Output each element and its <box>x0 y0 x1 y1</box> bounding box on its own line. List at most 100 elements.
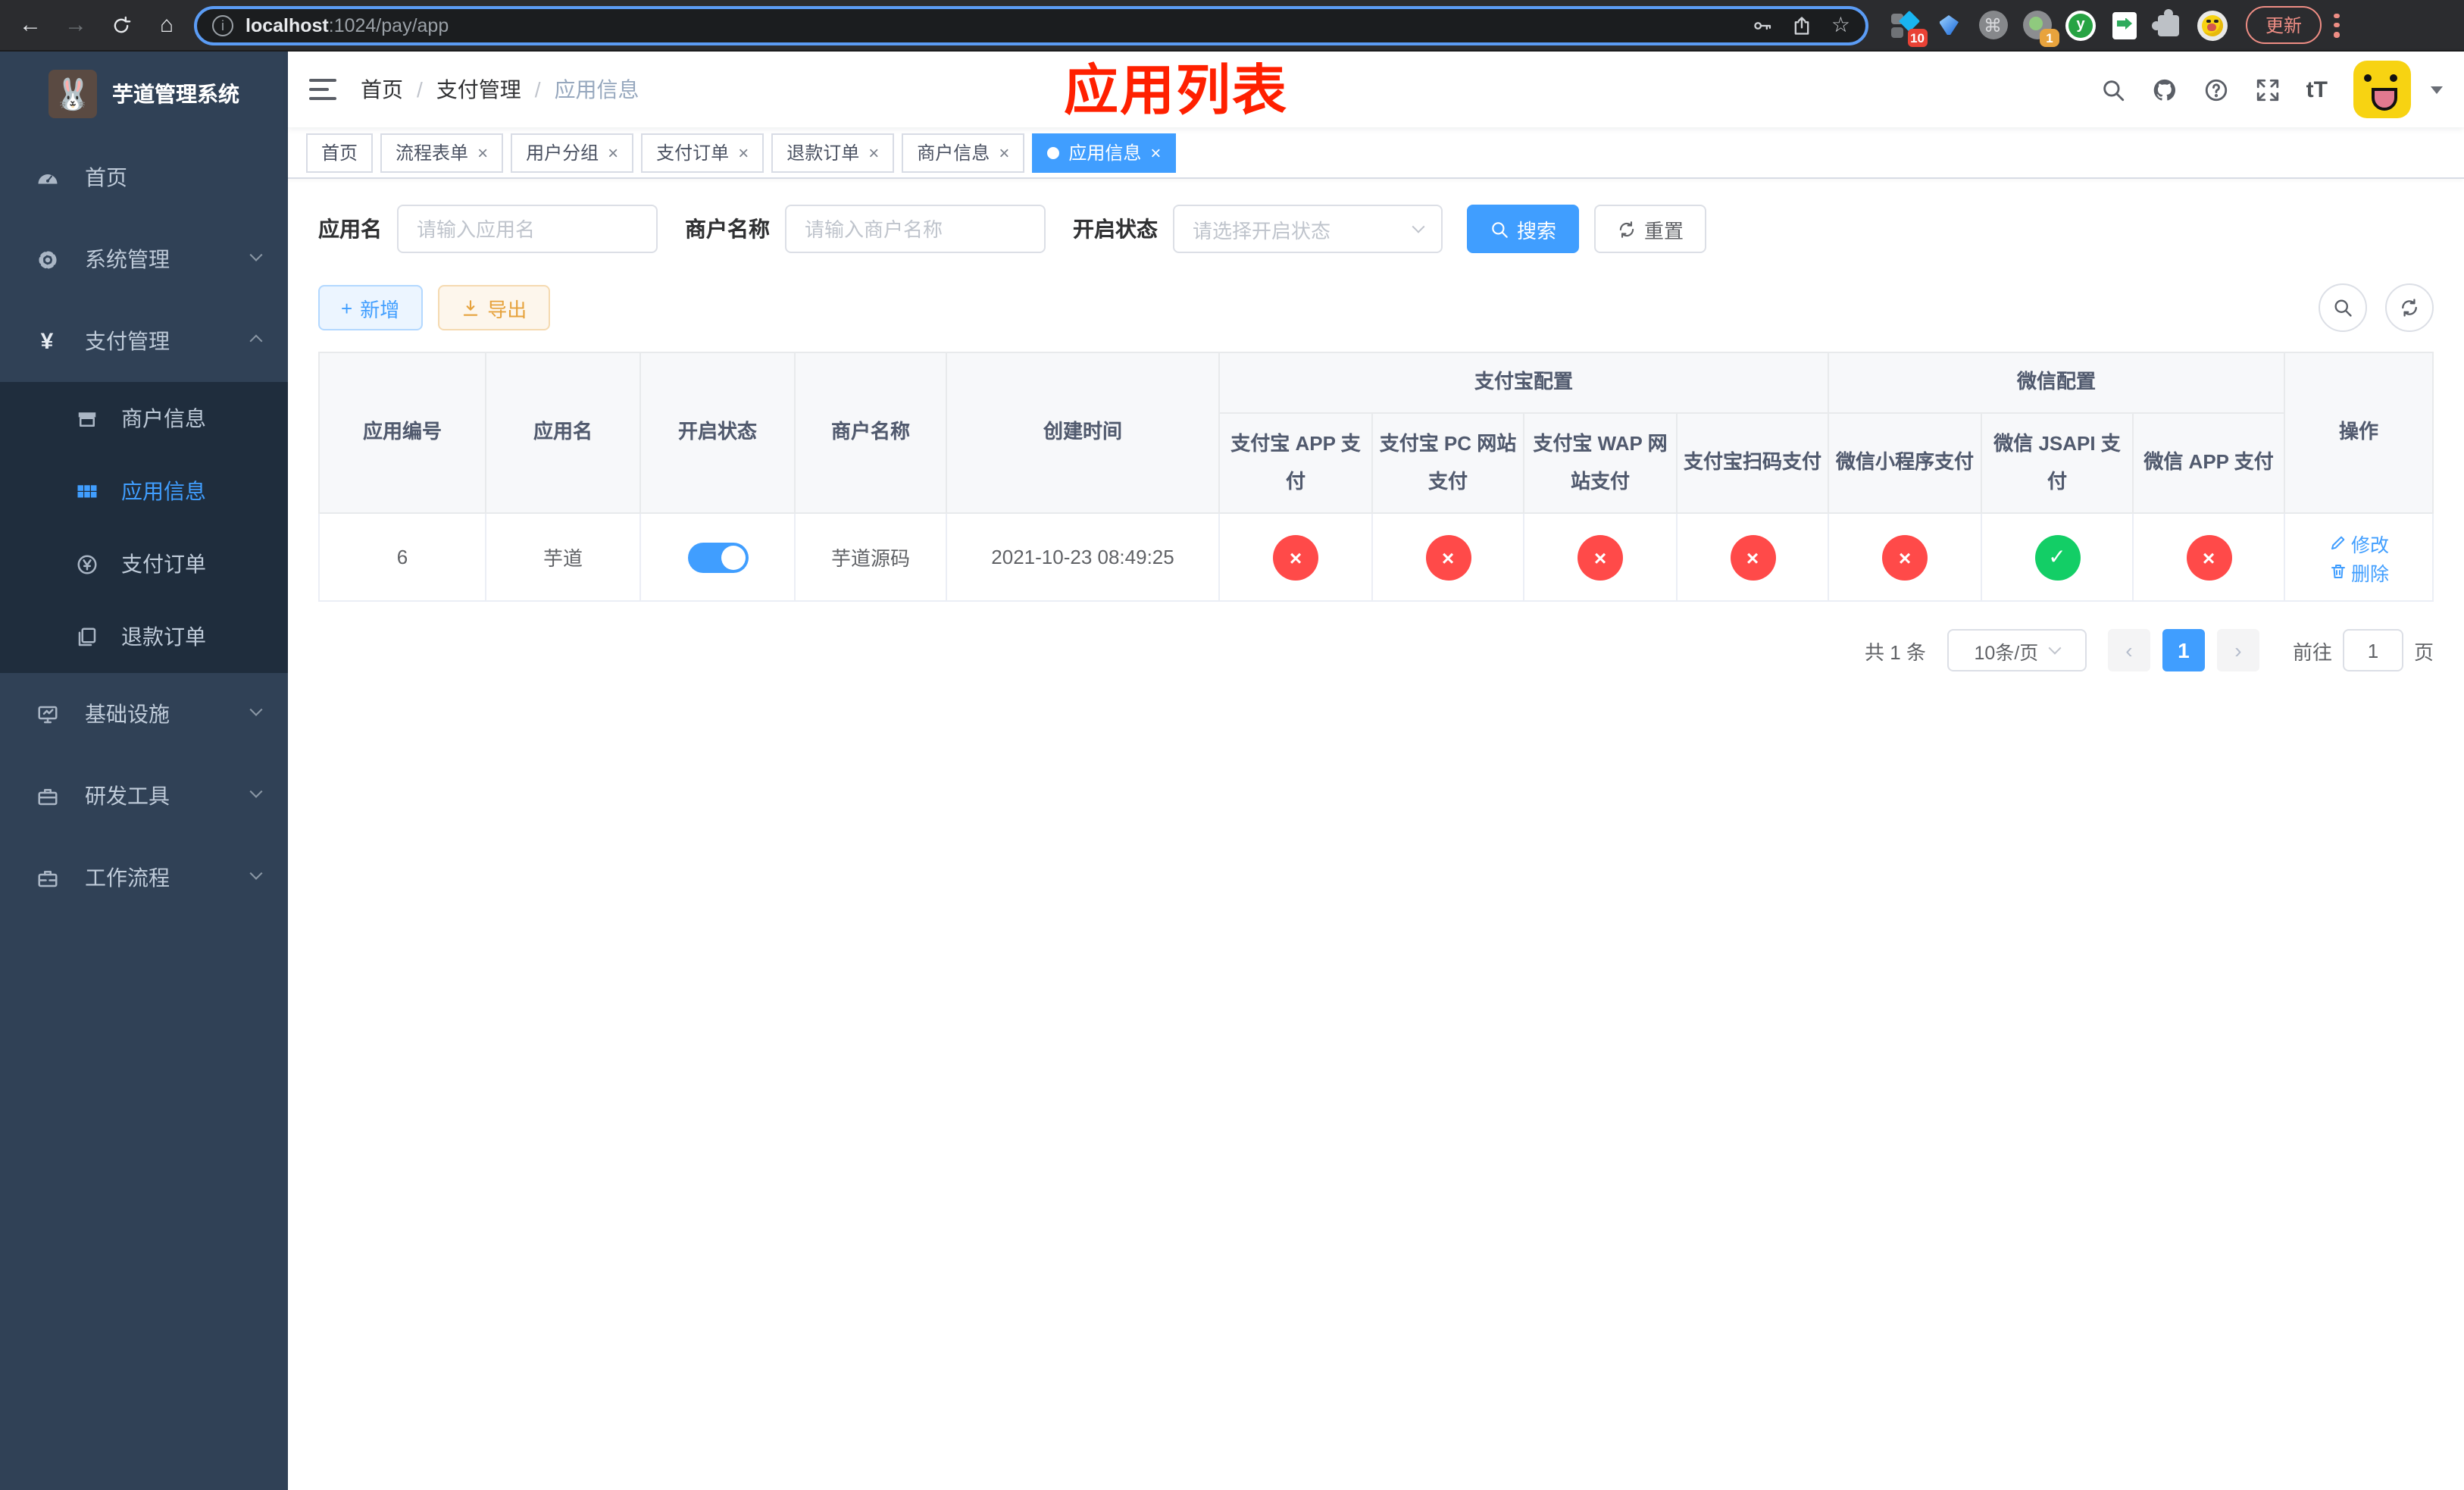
chevron-down-icon <box>1412 220 1425 233</box>
cell-status <box>639 512 796 602</box>
delete-link[interactable]: 删除 <box>2328 557 2389 586</box>
extensions-puzzle-icon[interactable] <box>2152 8 2184 40</box>
status-select[interactable]: 请选择开启状态 <box>1173 205 1443 253</box>
bookmark-star-icon[interactable]: ☆ <box>1831 12 1850 38</box>
tag-merchant-info[interactable]: 商户信息 × <box>902 133 1025 172</box>
col-header: 创建时间 <box>946 352 1220 514</box>
col-header: 支付宝扫码支付 <box>1675 412 1830 514</box>
col-header: 微信小程序支付 <box>1828 412 1983 514</box>
sidebar-item-dev-tools[interactable]: 研发工具 <box>0 755 288 837</box>
sidebar-item-pay-order[interactable]: 支付订单 <box>0 527 288 600</box>
share-icon[interactable] <box>1792 14 1813 36</box>
breadcrumb-item[interactable]: 首页 <box>361 74 403 105</box>
monitor-icon <box>30 703 64 725</box>
top-navbar: 首页 / 支付管理 / 应用信息 tT <box>288 52 2464 127</box>
col-header: 微信 APP 支付 <box>2132 412 2286 514</box>
sidebar-item-merchant-info[interactable]: 商户信息 <box>0 382 288 455</box>
app-name-input[interactable] <box>397 205 658 253</box>
page-number-button[interactable]: 1 <box>2162 629 2205 671</box>
tag-pay-order[interactable]: 支付订单 × <box>641 133 765 172</box>
chevron-down-icon <box>249 784 263 798</box>
group-header-wechat: 微信配置 <box>1828 352 2286 414</box>
tag-app-info[interactable]: 应用信息 × <box>1032 133 1177 172</box>
filter-form: 应用名 商户名称 开启状态 请选择开启状态 搜索 重置 <box>318 205 2434 253</box>
browser-menu-icon[interactable] <box>2334 13 2340 37</box>
back-icon[interactable]: ← <box>12 7 48 43</box>
browser-update-button[interactable]: 更新 <box>2246 6 2322 44</box>
search-icon[interactable] <box>2100 77 2126 102</box>
sidebar-item-label: 退款订单 <box>121 624 206 649</box>
trash-icon <box>2331 565 2345 578</box>
next-page-button[interactable]: › <box>2216 629 2259 671</box>
reload-icon[interactable] <box>103 7 139 43</box>
breadcrumb-separator: / <box>534 77 541 102</box>
sidebar-item-payment[interactable]: ¥ 支付管理 <box>0 300 288 382</box>
sidebar-item-label: 首页 <box>85 165 127 189</box>
green-y-extension-icon[interactable]: y <box>2065 10 2096 40</box>
plus-icon: + <box>341 296 353 319</box>
page-content: 应用名 商户名称 开启状态 请选择开启状态 搜索 重置 <box>288 179 2464 671</box>
app-logo-row[interactable]: 🐰 芋道管理系统 <box>0 52 288 136</box>
sidebar-toggle-icon[interactable] <box>309 79 336 100</box>
sidebar-item-label: 支付管理 <box>85 329 170 353</box>
breadcrumb-separator: / <box>417 77 423 102</box>
tag-refund-order[interactable]: 退款订单 × <box>771 133 895 172</box>
show-search-button[interactable] <box>2319 283 2367 332</box>
tag-flow-form[interactable]: 流程表单 × <box>380 133 504 172</box>
status-toggle[interactable] <box>687 542 748 572</box>
close-icon[interactable]: × <box>868 142 879 163</box>
url-text[interactable]: localhost:1024/pay/app <box>245 14 1740 36</box>
refresh-table-button[interactable] <box>2385 283 2434 332</box>
close-icon[interactable]: × <box>608 142 618 163</box>
close-icon[interactable]: × <box>477 142 488 163</box>
sidebar-item-workflow[interactable]: 工作流程 <box>0 837 288 919</box>
tag-home[interactable]: 首页 <box>306 133 374 172</box>
goto-page-input[interactable] <box>2342 629 2403 671</box>
sidebar-item-system[interactable]: 系统管理 <box>0 218 288 300</box>
filter-label: 开启状态 <box>1073 217 1158 241</box>
export-button[interactable]: 导出 <box>437 285 550 330</box>
goto-label: 前往 <box>2292 640 2332 663</box>
help-icon[interactable] <box>2203 77 2229 102</box>
sidebar-item-home[interactable]: 首页 <box>0 136 288 218</box>
command-extension-icon[interactable]: ⌘ <box>1978 10 2008 40</box>
add-button[interactable]: + 新增 <box>318 285 423 330</box>
emoji-extension-icon[interactable] <box>2197 10 2228 40</box>
close-icon[interactable]: × <box>999 142 1009 163</box>
user-avatar[interactable] <box>2353 61 2411 118</box>
breadcrumb-item[interactable]: 支付管理 <box>436 74 521 105</box>
sidebar-item-refund-order[interactable]: 退款订单 <box>0 600 288 673</box>
github-icon[interactable] <box>2152 77 2178 102</box>
recorder-extension-icon[interactable]: 1 <box>2022 10 2059 46</box>
sidebar-item-app-info[interactable]: 应用信息 <box>0 455 288 527</box>
address-bar[interactable]: i localhost:1024/pay/app ☆ <box>194 5 1868 45</box>
sidebar-item-label: 基础设施 <box>85 702 170 726</box>
edit-link[interactable]: 修改 <box>2328 528 2389 557</box>
col-header-actions: 操作 <box>2284 352 2434 514</box>
extensions-area: 10 ⌘ 1 y <box>1890 8 2228 46</box>
fullscreen-icon[interactable] <box>2255 77 2281 102</box>
close-icon[interactable]: × <box>1150 142 1161 163</box>
reset-button[interactable]: 重置 <box>1594 205 1707 253</box>
annotation-title: 应用列表 <box>1064 59 1289 121</box>
browser-chrome: ← → ⌂ i localhost:1024/pay/app ☆ 10 ⌘ 1 … <box>0 0 2464 52</box>
search-button[interactable]: 搜索 <box>1467 205 1580 253</box>
gem-extension-icon[interactable] <box>1934 10 1964 40</box>
merchant-name-input[interactable] <box>785 205 1046 253</box>
docs-extension-icon[interactable] <box>2109 10 2140 40</box>
yen-circle-icon <box>70 552 103 575</box>
sidebar-item-infrastructure[interactable]: 基础设施 <box>0 673 288 755</box>
tag-user-group[interactable]: 用户分组 × <box>511 133 634 172</box>
prev-page-button[interactable]: ‹ <box>2107 629 2150 671</box>
home-icon[interactable]: ⌂ <box>149 7 185 43</box>
active-dot-icon <box>1047 146 1060 158</box>
pinned-extension-icon[interactable]: 10 <box>1890 9 1928 46</box>
password-key-icon[interactable] <box>1753 14 1774 36</box>
site-info-icon[interactable]: i <box>212 14 233 36</box>
page-size-select[interactable]: 10条/页 <box>1946 629 2087 671</box>
font-size-icon[interactable]: tT <box>2306 77 2328 102</box>
user-menu-caret-icon[interactable] <box>2431 86 2443 93</box>
sidebar-item-label: 系统管理 <box>85 247 170 271</box>
close-icon[interactable]: × <box>738 142 749 163</box>
forward-icon[interactable]: → <box>58 7 94 43</box>
